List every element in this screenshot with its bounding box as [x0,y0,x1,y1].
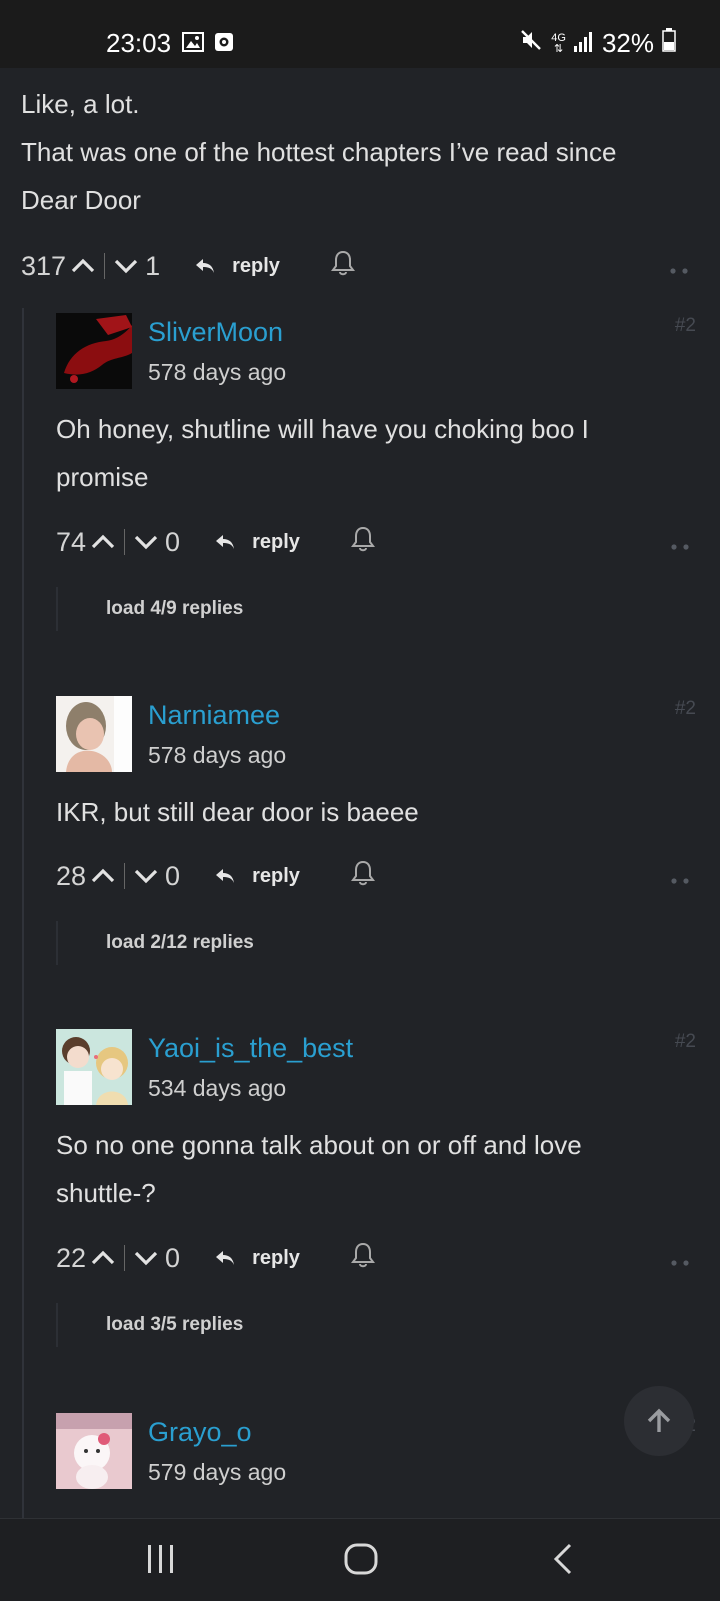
downvote-icon[interactable] [133,529,159,555]
downvote-count: 0 [165,1242,181,1273]
username[interactable]: SliverMoon [148,317,283,348]
signal-icon [573,28,594,59]
avatar[interactable] [56,1029,132,1105]
parent-comment-line: Like, a lot. [21,89,140,119]
time-ago: 578 days ago [148,359,287,385]
comment-text: So no one gonna talk about on or off and… [56,1121,676,1217]
arrows-glyph: ⇅ [554,42,564,55]
reply-icon [216,1251,235,1265]
reply-label: reply [252,864,300,887]
more-options-icon[interactable] [670,527,690,558]
reply-label: reply [252,530,300,553]
reply-icon [216,869,235,883]
upvote-count: 28 [56,860,87,891]
battery-icon [662,28,676,59]
bell-icon[interactable] [350,1241,376,1276]
data-arrows-icon: 4G ⇅ [551,31,566,55]
reply-button[interactable]: reply [214,1247,300,1270]
comment-action-row: 22 0 reply [56,1238,690,1278]
comment-text: Oh honey, shutline will have you choking… [56,405,676,501]
upvote-icon[interactable] [70,253,96,279]
status-bar: 23:03 4G ⇅ 32% [0,0,720,68]
battery-percent: 32% [601,28,654,58]
downvote-count: 0 [165,860,181,891]
scroll-to-top-button[interactable] [624,1386,694,1456]
load-replies-button[interactable]: load 2/12 replies [56,921,456,965]
vote-divider [124,863,126,889]
comment-action-row: 74 0 reply [56,522,690,562]
reply-label: reply [252,1246,300,1269]
screen-record-icon [214,32,234,57]
comment: Narniamee 578 days ago #2 IKR, but still… [56,696,696,986]
username[interactable]: Grayo_o [148,1417,252,1448]
downvote-count: 0 [165,526,181,557]
parent-comment-line: Dear Door [21,185,141,215]
avatar[interactable] [56,696,132,772]
comment-number: #2 [674,698,696,719]
more-options-icon[interactable] [670,1243,690,1274]
status-time: 23:03 [106,28,172,58]
upvote-count: 22 [56,1242,87,1273]
arrow-up-icon [647,1408,671,1432]
upvote-icon[interactable] [90,863,116,889]
comment: Yaoi_is_the_best 534 days ago #2 So no o… [56,1029,696,1369]
mute-icon [519,28,543,59]
downvote-icon[interactable] [133,863,159,889]
avatar[interactable] [56,313,132,389]
comment-text-line: shuttle-? [56,1178,156,1208]
upvote-count: 74 [56,526,87,557]
comment-action-row: 28 0 reply [56,856,690,896]
bell-icon[interactable] [350,859,376,894]
comment-number: #2 [674,315,696,336]
more-options-icon[interactable] [670,861,690,892]
comment-text-line: promise [56,462,149,492]
comment: Grayo_o 579 days ago #2 [56,1413,696,1513]
downvote-icon[interactable] [113,253,139,279]
more-options-icon[interactable] [669,251,689,282]
vote-divider [124,1245,126,1271]
recent-apps-icon[interactable] [146,1541,176,1582]
thread-line [22,308,24,1518]
vote-divider [124,529,126,555]
username[interactable]: Narniamee [148,700,280,731]
bell-icon[interactable] [330,249,356,284]
load-replies-button[interactable]: load 4/9 replies [56,587,456,631]
reply-button[interactable]: reply [214,531,300,554]
vote-divider [104,253,106,279]
network-type: 4G [551,31,566,44]
comment-text: IKR, but still dear door is baeee [56,788,676,836]
back-icon[interactable] [552,1541,574,1582]
load-replies-button[interactable]: load 3/5 replies [56,1303,456,1347]
time-ago: 578 days ago [148,742,287,768]
navigation-bar [0,1518,720,1601]
comments-feed[interactable]: Like, a lot. That was one of the hottest… [0,68,720,1518]
reply-button[interactable]: reply [214,865,300,888]
comment-text-line: Oh honey, shutline will have you choking… [56,414,589,444]
time-ago: 534 days ago [148,1075,287,1101]
upvote-icon[interactable] [90,529,116,555]
upvote-icon[interactable] [90,1245,116,1271]
bell-icon[interactable] [350,525,376,560]
downvote-count: 1 [145,250,161,281]
reply-icon [196,259,215,273]
downvote-icon[interactable] [133,1245,159,1271]
status-right: 4G ⇅ 32% [519,28,676,59]
parent-comment-line: That was one of the hottest chapters I’v… [21,137,617,167]
upvote-count: 317 [21,250,67,281]
parent-action-row: 317 1 reply [21,246,689,286]
comment-text-line: IKR, but still dear door is baeee [56,797,419,827]
reply-icon [216,535,235,549]
comment-text-line: So no one gonna talk about on or off and… [56,1130,582,1160]
reply-button[interactable]: reply [194,255,280,278]
gallery-icon [182,32,204,57]
comment: SliverMoon 578 days ago #2 Oh honey, shu… [56,313,696,653]
comment-number: #2 [674,1031,696,1052]
home-icon[interactable] [343,1541,379,1582]
time-ago: 579 days ago [148,1459,287,1485]
reply-label: reply [232,254,280,277]
avatar[interactable] [56,1413,132,1489]
username[interactable]: Yaoi_is_the_best [148,1033,353,1064]
